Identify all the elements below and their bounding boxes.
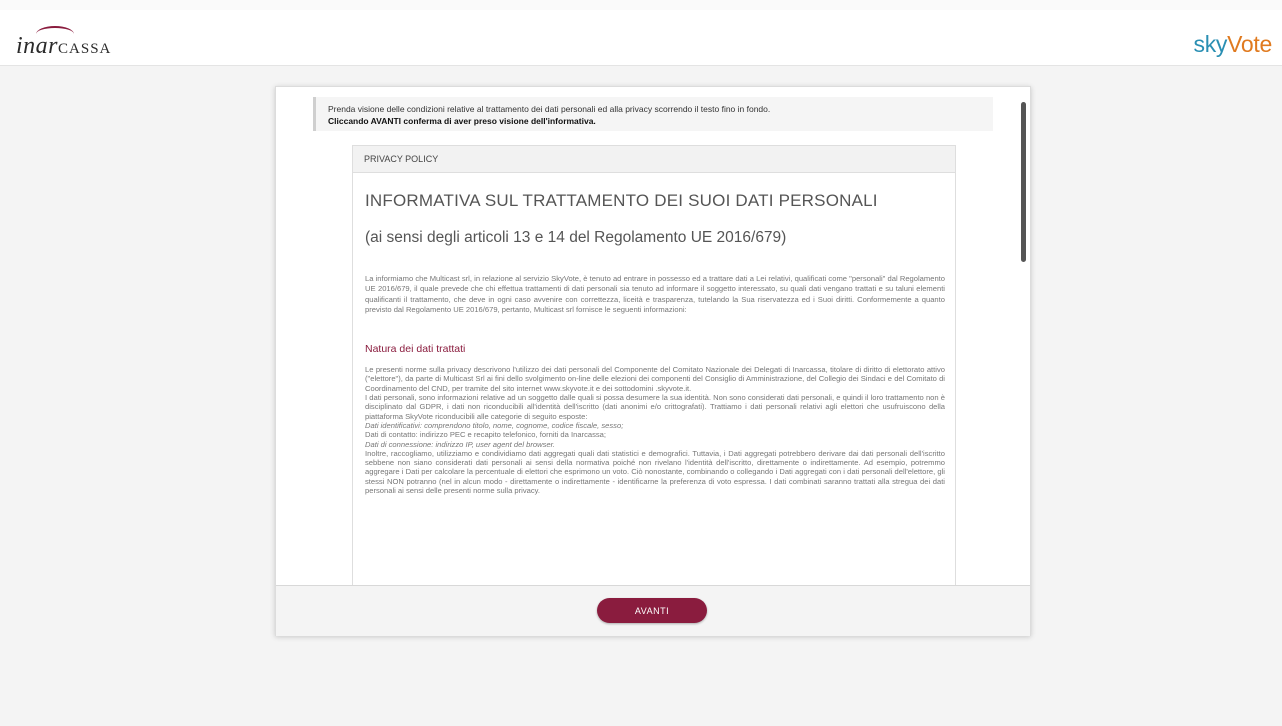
line-dati-identificativi: Dati identificativi: comprendono titolo,… <box>365 420 624 430</box>
header-bar: inarCASSA skyVote <box>0 10 1282 66</box>
policy-intro-paragraph: La informiamo che Multicast srl, in rela… <box>365 274 945 314</box>
notice-line-2: Cliccando AVANTI conferma di aver preso … <box>328 116 596 126</box>
line-dati-contatto: Dati di contatto: indirizzo PEC e recapi… <box>365 430 607 440</box>
inarcassa-logo: inarCASSA <box>16 26 111 60</box>
privacy-policy-header: PRIVACY POLICY <box>353 146 955 173</box>
notice-line-1: Prenda visione delle condizioni relative… <box>328 104 771 114</box>
top-strip <box>0 0 1282 10</box>
privacy-notice: Prenda visione delle condizioni relative… <box>313 97 993 131</box>
section-paragraph-1: Le presenti norme sulla privacy descrivo… <box>365 365 945 393</box>
section-paragraph-3: Inoltre, raccogliamo, utilizziamo e cond… <box>365 448 945 496</box>
policy-subtitle: (ai sensi degli articoli 13 e 14 del Reg… <box>365 229 787 246</box>
skyvote-logo: skyVote <box>1193 31 1273 57</box>
policy-title: INFORMATIVA SUL TRATTAMENTO DEI SUOI DAT… <box>365 191 878 210</box>
scrollbar-thumb[interactable] <box>1021 102 1026 262</box>
privacy-policy-box: PRIVACY POLICY INFORMATIVA SUL TRATTAMEN… <box>352 145 956 585</box>
privacy-policy-body: INFORMATIVA SUL TRATTAMENTO DEI SUOI DAT… <box>353 173 955 495</box>
line-dati-connessione: Dati di connessione: indirizzo IP, user … <box>365 439 555 449</box>
modal-footer: AVANTI <box>276 585 1030 636</box>
avanti-button[interactable]: AVANTI <box>597 598 707 623</box>
privacy-modal: Prenda visione delle condizioni relative… <box>275 86 1031 636</box>
logo-arc <box>36 26 74 42</box>
section-title-natura-dati: Natura dei dati trattati <box>365 343 466 356</box>
privacy-scroll-area[interactable]: Prenda visione delle condizioni relative… <box>276 87 1030 585</box>
section-paragraph-2: I dati personali, sono informazioni rela… <box>365 393 945 421</box>
